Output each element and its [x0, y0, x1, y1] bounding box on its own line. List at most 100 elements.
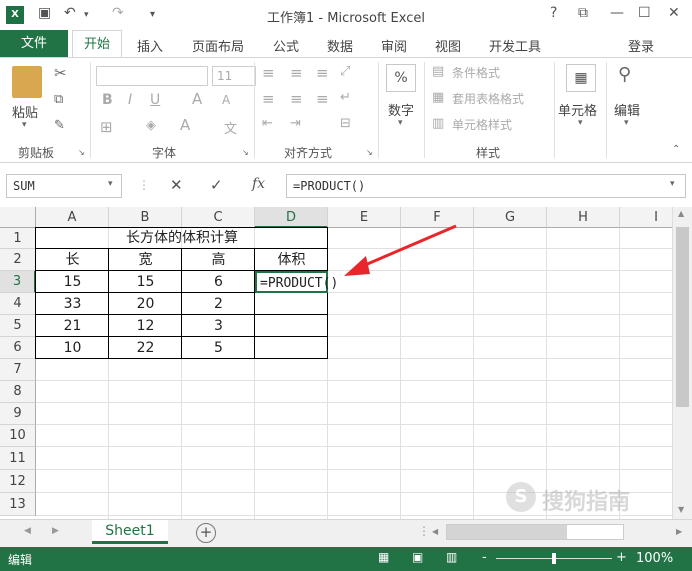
format-painter-icon[interactable]: ✎	[54, 118, 65, 133]
bold-button[interactable]: B	[102, 92, 113, 108]
column-header[interactable]: B	[109, 207, 182, 228]
name-box-dropdown-icon[interactable]: ▾	[108, 179, 113, 189]
number-format-icon[interactable]: %	[386, 64, 416, 92]
scroll-down-icon[interactable]: ▼	[678, 505, 684, 514]
binoculars-icon[interactable]: ⚲	[618, 64, 631, 85]
table-cell[interactable]: 15	[109, 271, 182, 293]
page-break-view-icon[interactable]: ▥	[446, 550, 457, 564]
phonetic-button[interactable]: 文	[224, 118, 237, 137]
font-color-button[interactable]: A	[180, 116, 190, 134]
alignment-launcher-icon[interactable]: ↘	[366, 148, 373, 157]
table-cell[interactable]: 12	[109, 315, 182, 337]
font-name-combo[interactable]	[96, 66, 208, 86]
table-cell[interactable]: 5	[182, 337, 255, 359]
clipboard-launcher-icon[interactable]: ↘	[78, 148, 85, 157]
font-launcher-icon[interactable]: ↘	[242, 148, 249, 157]
italic-button[interactable]: I	[128, 92, 132, 108]
cell-styles-button[interactable]: 单元格样式	[452, 116, 512, 133]
row-header[interactable]: 13	[0, 493, 36, 516]
header-cell[interactable]: 体积	[255, 249, 328, 271]
tab-page-layout[interactable]: 页面布局	[192, 36, 244, 55]
next-sheet-icon[interactable]: ▶	[52, 526, 59, 536]
paste-icon[interactable]	[12, 66, 42, 98]
decrease-indent-icon[interactable]: ⇤	[262, 116, 273, 131]
tab-review[interactable]: 审阅	[381, 36, 407, 55]
formula-input[interactable]: =PRODUCT()	[286, 174, 686, 198]
top-align-icon[interactable]: ≡	[262, 64, 275, 82]
font-size-combo[interactable]: 11	[212, 66, 256, 86]
table-title-cell[interactable]: 长方体的体积计算	[36, 228, 328, 249]
row-header[interactable]: 5	[0, 315, 36, 337]
table-cell[interactable]: 10	[36, 337, 109, 359]
align-center-icon[interactable]: ≡	[290, 90, 303, 108]
underline-button[interactable]: U	[150, 92, 160, 108]
table-cell[interactable]: 20	[109, 293, 182, 315]
prev-sheet-icon[interactable]: ◀	[24, 526, 31, 536]
borders-icon[interactable]: ⊞	[100, 118, 113, 136]
column-header[interactable]: I	[620, 207, 672, 228]
fill-color-icon[interactable]: ◈	[146, 118, 156, 133]
row-header[interactable]: 1	[0, 228, 36, 249]
paste-button[interactable]: 粘贴	[12, 102, 38, 121]
scroll-up-icon[interactable]: ▲	[678, 209, 684, 218]
collapse-ribbon-icon[interactable]: ⌃	[672, 144, 680, 155]
tab-formulas[interactable]: 公式	[273, 36, 299, 55]
wrap-text-icon[interactable]: ↵	[340, 90, 351, 105]
row-header[interactable]: 10	[0, 425, 36, 447]
row-header[interactable]: 11	[0, 447, 36, 470]
merge-center-icon[interactable]: ⊟	[340, 116, 351, 131]
ribbon-display-icon[interactable]: ⧉	[578, 5, 588, 21]
table-cell[interactable]: 15	[36, 271, 109, 293]
row-header[interactable]: 12	[0, 470, 36, 493]
grow-font-button[interactable]: A	[192, 90, 202, 108]
table-cell[interactable]: 22	[109, 337, 182, 359]
column-header[interactable]: H	[547, 207, 620, 228]
tab-view[interactable]: 视图	[435, 36, 461, 55]
horizontal-scrollbar-track[interactable]	[446, 524, 624, 540]
tab-developer[interactable]: 开发工具	[489, 36, 541, 55]
help-button[interactable]: ?	[550, 5, 557, 21]
middle-align-icon[interactable]: ≡	[290, 64, 303, 82]
scrollbar-thumb[interactable]	[676, 227, 689, 407]
number-dropdown-icon[interactable]: ▾	[398, 118, 403, 128]
align-right-icon[interactable]: ≡	[316, 90, 329, 108]
row-header[interactable]: 7	[0, 359, 36, 381]
header-cell[interactable]: 高	[182, 249, 255, 271]
maximize-icon[interactable]: ☐	[638, 5, 651, 21]
editing-dropdown-icon[interactable]: ▾	[624, 118, 629, 128]
insert-function-button[interactable]: fx	[252, 176, 265, 192]
cells-dropdown-icon[interactable]: ▾	[578, 118, 583, 128]
name-box[interactable]: SUM	[6, 174, 122, 198]
row-header[interactable]: 8	[0, 381, 36, 403]
cancel-button[interactable]: ✕	[170, 176, 183, 194]
page-layout-view-icon[interactable]: ▣	[412, 550, 423, 564]
table-cell[interactable]	[255, 293, 328, 315]
column-header[interactable]: A	[36, 207, 109, 228]
orientation-icon[interactable]: ⤢	[340, 64, 350, 79]
row-header[interactable]: 4	[0, 293, 36, 315]
row-header[interactable]: 9	[0, 403, 36, 425]
sheet-tab-sheet1[interactable]: Sheet1	[92, 520, 168, 544]
horizontal-scrollbar-thumb[interactable]	[447, 525, 567, 539]
row-header[interactable]: 3	[0, 271, 36, 293]
align-left-icon[interactable]: ≡	[262, 90, 275, 108]
enter-button[interactable]: ✓	[210, 176, 223, 194]
scroll-left-icon[interactable]: ◀	[432, 527, 438, 536]
editing-button[interactable]: 编辑	[614, 100, 640, 119]
table-cell[interactable]: 6	[182, 271, 255, 293]
row-header[interactable]: 2	[0, 249, 36, 271]
copy-icon[interactable]: ⧉	[54, 92, 63, 107]
table-cell[interactable]	[255, 337, 328, 359]
table-cell[interactable]: 33	[36, 293, 109, 315]
vertical-scrollbar[interactable]: ▲ ▼	[672, 207, 692, 519]
zoom-slider-thumb[interactable]	[552, 553, 556, 564]
active-cell[interactable]: =PRODUCT()	[255, 271, 338, 293]
bottom-align-icon[interactable]: ≡	[316, 64, 329, 82]
tab-insert[interactable]: 插入	[137, 36, 163, 55]
shrink-font-button[interactable]: A	[222, 93, 230, 107]
row-header[interactable]: 6	[0, 337, 36, 359]
minimize-icon[interactable]: —	[610, 5, 624, 21]
zoom-level[interactable]: 100%	[636, 551, 673, 566]
increase-indent-icon[interactable]: ⇥	[290, 116, 301, 131]
format-table-button[interactable]: 套用表格格式	[452, 90, 524, 107]
